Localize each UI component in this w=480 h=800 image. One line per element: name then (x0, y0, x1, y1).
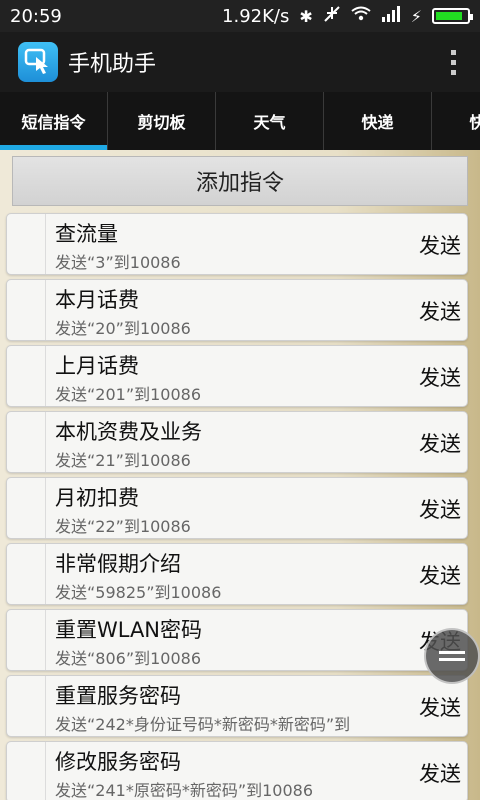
command-text: 发送“22”到10086 (55, 517, 191, 536)
tab-weather[interactable]: 天气 (216, 92, 324, 150)
add-command-button[interactable]: 添加指令 (12, 156, 468, 206)
command-item[interactable]: 本机资费及业务发送“21”到10086 发送 (6, 411, 468, 473)
network-speed: 1.92K/s (222, 5, 290, 27)
command-name: 月初扣费 (55, 486, 139, 510)
charging-icon: ⚡ (410, 6, 422, 26)
command-name: 非常假期介绍 (55, 552, 181, 576)
tab-sms-commands[interactable]: 短信指令 (0, 92, 108, 150)
command-item[interactable]: 本月话费发送“20”到10086 发送 (6, 279, 468, 341)
command-name: 本月话费 (55, 288, 139, 312)
send-button[interactable]: 发送 (419, 296, 461, 326)
command-name: 上月话费 (55, 354, 139, 378)
battery-fill (436, 12, 462, 20)
tab-clipboard[interactable]: 剪切板 (108, 92, 216, 150)
status-time: 20:59 (10, 5, 62, 27)
floating-menu-icon[interactable] (424, 628, 480, 684)
command-item[interactable]: 重置服务密码发送“242*身份证号码*新密码*新密码”到 发送 (6, 675, 468, 737)
item-divider (45, 742, 46, 800)
status-bar: 20:59 1.92K/s ✱ ⚡ (0, 0, 480, 32)
send-button[interactable]: 发送 (419, 692, 461, 722)
send-button[interactable]: 发送 (419, 428, 461, 458)
command-text: 发送“201”到10086 (55, 385, 202, 404)
send-button[interactable]: 发送 (419, 362, 461, 392)
content-area: 添加指令 查流量 发送“3”到10086 发送 本月话费 发送“20”到10086 发送上… (0, 150, 480, 800)
send-button[interactable]: 发送 (419, 494, 461, 524)
command-text: 发送“241*原密码*新密码”到10086 (55, 781, 314, 800)
item-divider (45, 610, 46, 670)
hand-touch-icon (18, 42, 58, 82)
command-name: 本机资费及业务 (55, 420, 202, 444)
command-item[interactable]: 上月话费发送“201”到10086 发送 (6, 345, 468, 407)
command-item[interactable]: 修改服务密码发送“241*原密码*新密码”到10086 发送 (6, 741, 468, 800)
item-divider (45, 412, 46, 472)
send-button[interactable]: 发送 (419, 758, 461, 788)
command-name: 修改服务密码 (55, 750, 181, 774)
mute-icon (323, 5, 341, 27)
command-name: 查流量 (55, 222, 118, 246)
command-text: 发送“21”到10086 (55, 451, 191, 470)
command-item[interactable]: 非常假期介绍发送“59825”到10086 发送 (6, 543, 468, 605)
command-name: 重置服务密码 (55, 684, 181, 708)
item-divider (45, 346, 46, 406)
overflow-menu-icon[interactable] (445, 44, 462, 81)
item-divider (45, 544, 46, 604)
item-divider (45, 478, 46, 538)
item-divider (45, 214, 46, 274)
send-button[interactable]: 发送 (419, 560, 461, 590)
item-divider (45, 676, 46, 736)
app-title: 手机助手 (68, 52, 157, 77)
command-item[interactable]: 查流量发送“3”到10086 发送 (6, 213, 468, 275)
tab-express[interactable]: 快递 (324, 92, 432, 150)
wifi-icon (351, 6, 371, 26)
action-bar: 手机助手 (0, 32, 480, 92)
battery-icon (432, 8, 473, 24)
command-name: 重置WLAN密码 (55, 618, 203, 642)
command-text: 发送“20”到10086 (55, 319, 191, 338)
tab-bar: 短信指令 剪切板 天气 快递 快递 (0, 92, 480, 150)
send-button[interactable]: 发送 (419, 230, 461, 260)
bluetooth-icon: ✱ (299, 6, 313, 26)
tab-express-2[interactable]: 快递 (432, 92, 480, 150)
status-right: 1.92K/s ✱ ⚡ (222, 5, 473, 27)
command-text: 发送“806”到10086 (55, 649, 202, 668)
command-text: 发送“59825”到10086 (55, 583, 222, 602)
item-divider (45, 280, 46, 340)
command-text: 发送“3”到10086 (55, 253, 181, 272)
signal-icon (381, 6, 401, 26)
command-item[interactable]: 月初扣费发送“22”到10086 发送 (6, 477, 468, 539)
command-text: 发送“242*身份证号码*新密码*新密码”到 (55, 715, 351, 734)
command-item[interactable]: 重置WLAN密码发送“806”到10086发送 (6, 609, 468, 671)
command-list: 查流量 发送“3”到10086 发送 本月话费 发送“20”到10086 发送 上月话费 发送… (6, 213, 468, 800)
